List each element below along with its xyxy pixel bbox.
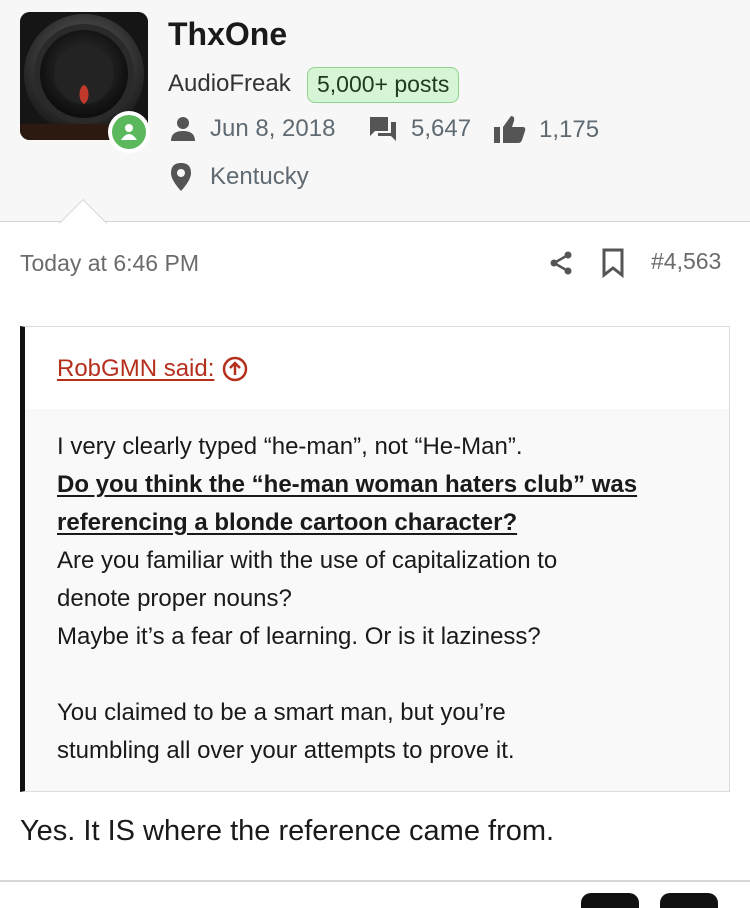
bookmark-icon[interactable] [601,248,625,283]
person-icon [121,124,137,140]
messages-icon [370,117,396,141]
map-pin-icon [171,163,191,191]
joined-date-text: Jun 8, 2018 [210,115,336,142]
quote-line: Are you familiar with the use of capital… [57,547,558,574]
quote-header: RobGMN said: [25,327,729,409]
post-number[interactable]: #4,563 [651,248,721,275]
quote-line-emphasis: referencing a blonde cartoon character? [57,509,518,536]
quote-line: I very clearly typed “he-man”, not “He-M… [57,433,523,460]
username[interactable]: ThxOne [168,16,287,53]
person-icon [171,117,195,141]
joined-date: Jun 8, 2018 [170,115,335,143]
quote-line-emphasis: Do you think the “he-man woman haters cl… [57,471,638,498]
footer-action-button[interactable] [660,893,718,908]
quote-line: Maybe it’s a fear of learning. Or is it … [57,623,541,650]
footer-divider [0,880,750,882]
quote-line: stumbling all over your attempts to prov… [57,737,515,764]
quote-block: RobGMN said: I very clearly typed “he-ma… [20,326,730,792]
quote-body: I very clearly typed “he-man”, not “He-M… [57,428,717,770]
post-count-badge: 5,000+ posts [307,67,460,103]
user-card: ThxOne AudioFreak 5,000+ posts Jun 8, 20… [0,0,750,222]
share-icon[interactable] [548,250,574,281]
reaction-score-text: 1,175 [539,116,600,143]
online-status [108,111,150,153]
message-count-text: 5,647 [411,115,472,142]
quote-author-link[interactable]: RobGMN said: [57,355,214,383]
quote-line: You claimed to be a smart man, but you’r… [57,699,506,726]
location: Kentucky [170,162,309,192]
post-message: Yes. It IS where the reference came from… [20,815,555,847]
quote-author[interactable]: RobGMN said: [57,355,248,383]
reaction-score: 1,175 [493,115,599,145]
user-title: AudioFreak [168,70,291,97]
arrow-up-circle-icon[interactable] [222,356,248,382]
post-timestamp[interactable]: Today at 6:46 PM [20,250,199,277]
message-count: 5,647 [368,115,471,143]
location-text: Kentucky [210,163,309,190]
quote-line: denote proper nouns? [57,585,292,612]
footer-action-button[interactable] [581,893,639,908]
thumbs-up-icon [494,116,526,143]
